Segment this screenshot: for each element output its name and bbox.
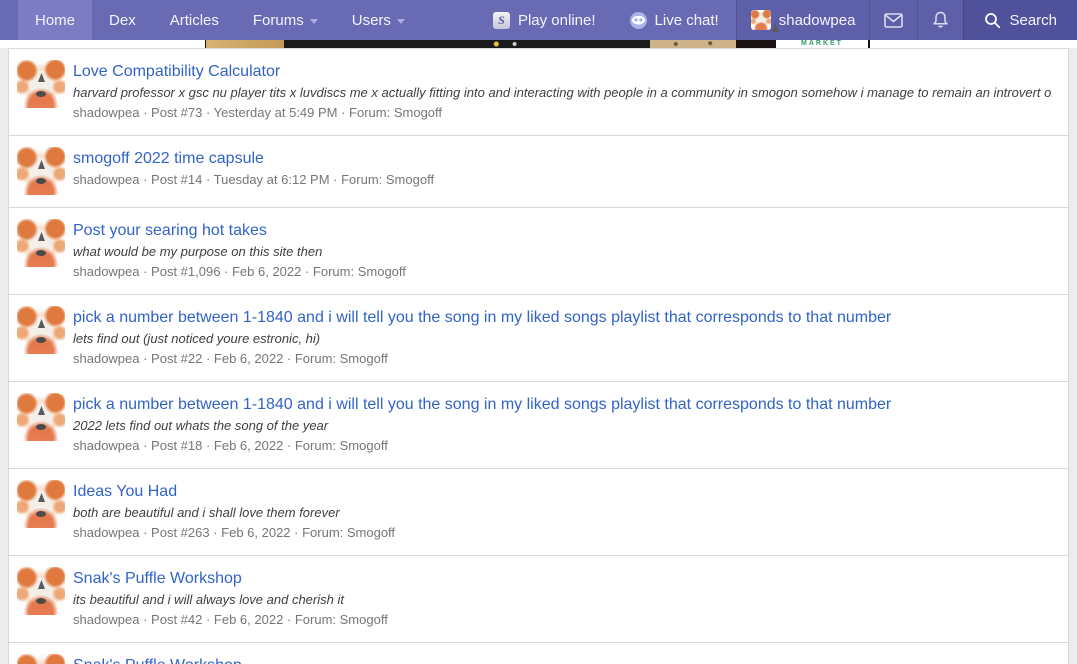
live-chat-label: Live chat! [655, 12, 719, 29]
search-icon [984, 12, 1001, 29]
ad-banner-segment [284, 40, 650, 48]
thread-title-link[interactable]: Post your searing hot takes [73, 220, 267, 242]
poster-avatar[interactable] [17, 219, 65, 267]
result-row: Snak's Puffle Workshop its beautiful and… [9, 556, 1068, 643]
search-results-list: Love Compatibility Calculator harvard pr… [8, 48, 1069, 664]
result-body: Ideas You Had both are beautiful and i s… [73, 480, 1052, 543]
discord-icon [630, 12, 647, 29]
result-body: pick a number between 1-1840 and i will … [73, 306, 1052, 369]
play-online-button[interactable]: S Play online! [476, 0, 613, 40]
nav-item-label: Articles [170, 12, 219, 29]
play-online-label: Play online! [518, 12, 596, 29]
bell-icon [932, 11, 949, 29]
result-row: pick a number between 1-1840 and i will … [9, 382, 1068, 469]
nav-item-articles[interactable]: Articles [153, 0, 236, 40]
post-snippet: what would be my purpose on this site th… [73, 242, 1052, 262]
chevron-down-icon [310, 19, 318, 24]
alerts-button[interactable] [917, 0, 963, 40]
result-row: smogoff 2022 time capsule shadowpea · Po… [9, 136, 1068, 208]
account-menu-button[interactable]: shadowpea [736, 0, 870, 40]
username: shadowpea [779, 12, 856, 29]
result-row: Post your searing hot takes what would b… [9, 208, 1068, 295]
ad-banner-segment [650, 40, 736, 48]
showdown-icon: S [493, 12, 510, 29]
envelope-icon [884, 13, 903, 28]
result-row: Love Compatibility Calculator harvard pr… [9, 49, 1068, 136]
user-avatar [751, 10, 771, 30]
result-body: Snak's Puffle Workshop its beautiful and… [73, 567, 1052, 630]
live-chat-button[interactable]: Live chat! [613, 0, 736, 40]
result-row: Snak's Puffle Workshop Color: yellow Exp… [9, 643, 1068, 664]
thread-title-link[interactable]: Snak's Puffle Workshop [73, 568, 242, 590]
thread-title-link[interactable]: Snak's Puffle Workshop [73, 655, 242, 664]
poster-avatar[interactable] [17, 147, 65, 195]
post-meta: shadowpea · Post #1,096 · Feb 6, 2022 · … [73, 262, 1052, 282]
search-button[interactable]: Search [963, 0, 1077, 40]
result-row: Ideas You Had both are beautiful and i s… [9, 469, 1068, 556]
result-body: Love Compatibility Calculator harvard pr… [73, 60, 1052, 123]
inbox-button[interactable] [869, 0, 917, 40]
nav-item-label: Dex [109, 12, 136, 29]
page-background: Love Compatibility Calculator harvard pr… [0, 48, 1077, 664]
poster-avatar[interactable] [17, 306, 65, 354]
nav-user-area: shadowpea Search [736, 0, 1077, 40]
post-snippet: 2022 lets find out whats the song of the… [73, 416, 1052, 436]
thread-title-link[interactable]: pick a number between 1-1840 and i will … [73, 307, 891, 329]
post-meta: shadowpea · Post #42 · Feb 6, 2022 · For… [73, 610, 1052, 630]
thread-title-link[interactable]: smogoff 2022 time capsule [73, 148, 264, 170]
post-meta: shadowpea · Post #18 · Feb 6, 2022 · For… [73, 436, 1052, 456]
ad-banner-segment [736, 40, 776, 48]
nav-item-forums[interactable]: Forums [236, 0, 335, 40]
result-body: Snak's Puffle Workshop Color: yellow Exp… [73, 654, 1052, 664]
post-meta: shadowpea · Post #73 · Yesterday at 5:49… [73, 103, 1052, 123]
search-label: Search [1009, 12, 1057, 29]
poster-avatar[interactable] [17, 567, 65, 615]
thread-title-link[interactable]: pick a number between 1-1840 and i will … [73, 394, 891, 416]
nav-item-label: Users [352, 12, 391, 29]
top-nav-bar: Home Dex Articles Forums Users S Play online… [0, 0, 1077, 40]
nav-item-label: Home [35, 12, 75, 29]
poster-avatar[interactable] [17, 393, 65, 441]
post-snippet: lets find out (just noticed youre estron… [73, 329, 1052, 349]
thread-title-link[interactable]: Ideas You Had [73, 481, 177, 503]
post-meta: shadowpea · Post #14 · Tuesday at 6:12 P… [73, 170, 1052, 190]
post-snippet: both are beautiful and i shall love them… [73, 503, 1052, 523]
nav-item-label: Forums [253, 12, 304, 29]
poster-avatar[interactable] [17, 654, 65, 664]
nav-tabs: Home Dex Articles Forums Users [0, 0, 476, 40]
post-snippet: its beautiful and i will always love and… [73, 590, 1052, 610]
post-meta: shadowpea · Post #22 · Feb 6, 2022 · For… [73, 349, 1052, 369]
result-body: pick a number between 1-1840 and i will … [73, 393, 1052, 456]
nav-item-users[interactable]: Users [335, 0, 422, 40]
ad-banner-segment [206, 40, 284, 48]
ad-strip: MARKET [0, 40, 1077, 48]
chevron-down-icon [397, 19, 405, 24]
poster-avatar[interactable] [17, 60, 65, 108]
result-body: Post your searing hot takes what would b… [73, 219, 1052, 282]
thread-title-link[interactable]: Love Compatibility Calculator [73, 61, 280, 83]
post-meta: shadowpea · Post #263 · Feb 6, 2022 · Fo… [73, 523, 1052, 543]
post-snippet: harvard professor x gsc nu player tits x… [73, 83, 1052, 103]
poster-avatar[interactable] [17, 480, 65, 528]
nav-item-home[interactable]: Home [18, 0, 92, 40]
ad-banner-market-label: MARKET [776, 40, 868, 48]
result-row: pick a number between 1-1840 and i will … [9, 295, 1068, 382]
result-body: smogoff 2022 time capsule shadowpea · Po… [73, 147, 1052, 190]
ad-banner[interactable]: MARKET [205, 40, 870, 48]
nav-item-dex[interactable]: Dex [92, 0, 153, 40]
